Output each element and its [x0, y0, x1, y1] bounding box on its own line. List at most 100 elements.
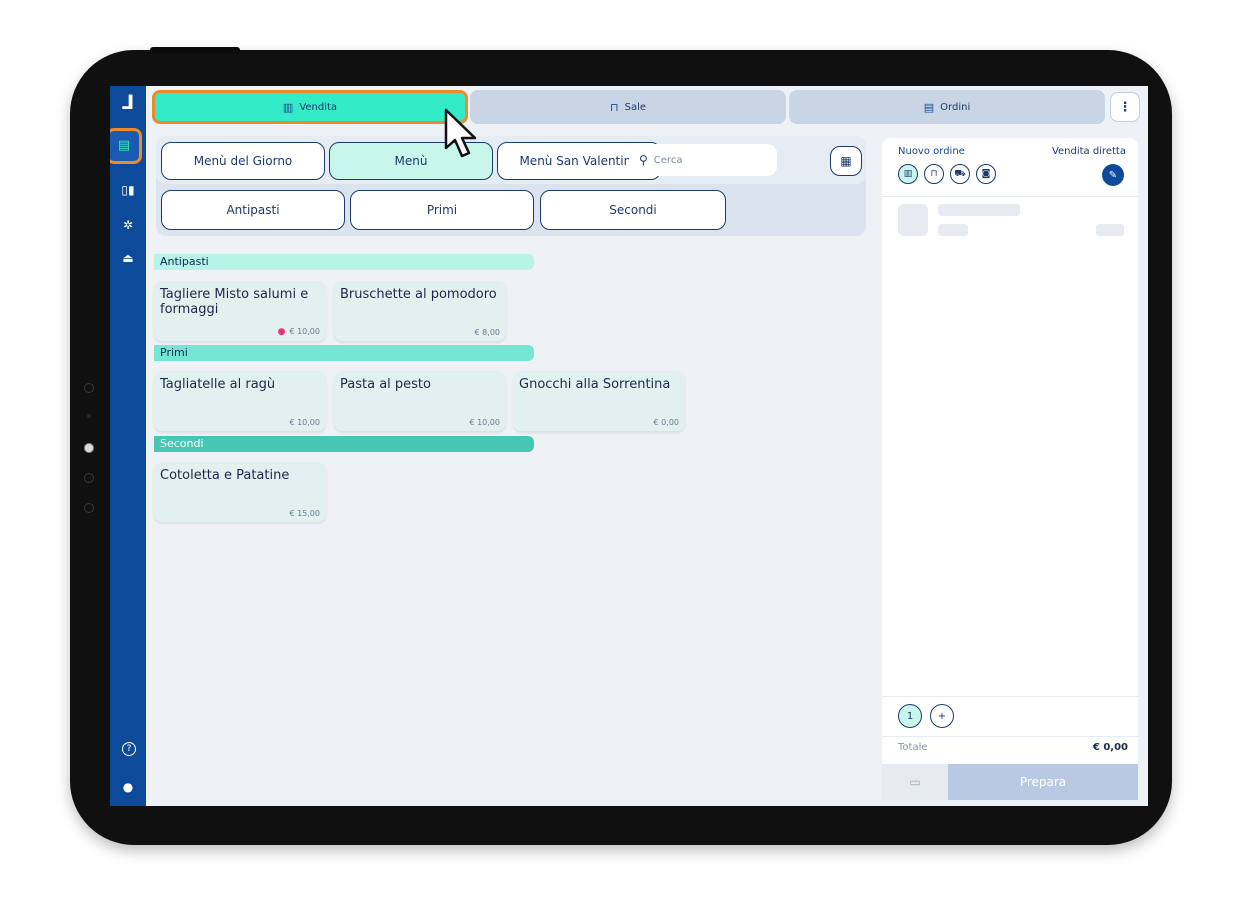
- sidebar-item-cassa[interactable]: ▤: [110, 128, 142, 164]
- order-tab-1[interactable]: 1: [898, 704, 922, 728]
- product-name: Cotoletta e Patatine: [160, 468, 290, 483]
- category-label: Secondi: [609, 203, 657, 217]
- tab-vendita[interactable]: ▥ Vendita: [152, 90, 468, 124]
- search-input[interactable]: ⚲ Cerca: [629, 144, 777, 176]
- total-value: € 0,00: [1092, 742, 1128, 753]
- receipt-icon: ▥: [282, 100, 294, 114]
- product-card[interactable]: Cotoletta e Patatine € 15,00: [154, 462, 326, 522]
- tab-ordini[interactable]: ▤ Ordini: [789, 90, 1105, 124]
- category-tab-primi[interactable]: Primi: [350, 190, 534, 230]
- sidebar-item-statistiche[interactable]: ▯▮: [119, 181, 137, 199]
- calculator-button[interactable]: ▦: [830, 146, 862, 176]
- more-menu-button[interactable]: ⋮: [1110, 92, 1140, 122]
- app-logo: ᒧ: [121, 90, 135, 114]
- product-card[interactable]: Gnocchi alla Sorrentina € 0,00: [513, 371, 685, 431]
- product-name: Tagliatelle al ragù: [160, 377, 276, 392]
- app-screen: ᒧ ▤ ▯▮ ✲ ⏏ ? ● ▥ Vendita ⊓ Sale ▤ Ordini…: [110, 86, 1148, 806]
- category-label: Primi: [426, 203, 458, 217]
- product-card[interactable]: Bruschette al pomodoro € 8,00: [334, 281, 506, 341]
- total-label: Totale: [898, 742, 928, 753]
- prepare-button[interactable]: Prepara: [948, 764, 1138, 800]
- order-type-consegna[interactable]: ⛟: [950, 164, 970, 184]
- add-order-tab-button[interactable]: +: [930, 704, 954, 728]
- user-button[interactable]: ●: [119, 778, 137, 796]
- device-top-edge: [150, 47, 240, 53]
- logout-icon: ⏏: [122, 251, 134, 265]
- pencil-icon: ✎: [1108, 169, 1118, 181]
- menu-label: Menù del Giorno: [193, 154, 293, 168]
- order-panel: Nuovo ordine Vendita diretta ▥ ⊓ ⛟ ◙ ✎ 1…: [882, 138, 1138, 800]
- plus-icon: +: [937, 710, 947, 722]
- device-sensor-dot: [87, 414, 91, 418]
- product-name: Gnocchi alla Sorrentina: [519, 377, 671, 392]
- loading-placeholder: [1096, 224, 1124, 236]
- bag-icon: ◙: [981, 169, 991, 179]
- sidebar-item-impostazioni[interactable]: ✲: [119, 216, 137, 234]
- product-price: € 10,00: [469, 418, 500, 427]
- armchair-icon: ⊓: [610, 100, 619, 114]
- settings-gear-icon: ✲: [122, 218, 134, 232]
- prepare-label: Prepara: [1019, 775, 1067, 789]
- tab-label: Vendita: [299, 101, 338, 113]
- more-vertical-icon: ⋮: [1118, 99, 1132, 115]
- variant-dot-icon: ●: [277, 327, 286, 337]
- order-type-banco[interactable]: ▥: [898, 164, 918, 184]
- search-icon: ⚲: [639, 153, 648, 167]
- sidebar-rail: ᒧ ▤ ▯▮ ✲ ⏏ ? ●: [110, 86, 146, 806]
- edit-order-button[interactable]: ✎: [1102, 164, 1124, 186]
- list-icon: ▤: [923, 100, 935, 114]
- loading-placeholder: [898, 204, 928, 236]
- help-icon: ?: [126, 744, 132, 754]
- product-name: Tagliere Misto salumi e formaggi: [160, 287, 309, 317]
- delivery-icon: ⛟: [954, 168, 966, 179]
- product-price: € 10,00: [289, 418, 320, 427]
- product-price-row: ● € 10,00: [278, 327, 320, 337]
- cash-register-icon: ▤: [117, 138, 131, 153]
- product-price: € 8,00: [474, 328, 500, 337]
- category-label: Antipasti: [226, 203, 280, 217]
- search-placeholder: Cerca: [653, 154, 683, 166]
- product-card[interactable]: Tagliere Misto salumi e formaggi ● € 10,0…: [154, 281, 326, 341]
- sidebar-item-esci[interactable]: ⏏: [119, 249, 137, 267]
- device-sensor: [84, 383, 94, 393]
- section-header-primi: Primi: [154, 345, 534, 361]
- category-tab-antipasti[interactable]: Antipasti: [161, 190, 345, 230]
- product-card[interactable]: Tagliatelle al ragù € 10,00: [154, 371, 326, 431]
- category-tab-secondi[interactable]: Secondi: [540, 190, 726, 230]
- tab-label: Sale: [624, 101, 646, 113]
- menu-label: Menù: [394, 154, 428, 168]
- help-button[interactable]: ?: [122, 742, 136, 756]
- device-sensor: [84, 503, 94, 513]
- armchair-icon: ⊓: [930, 169, 938, 179]
- divider: [882, 196, 1138, 197]
- product-card[interactable]: Pasta al pesto € 10,00: [334, 371, 506, 431]
- section-header-antipasti: Antipasti: [154, 254, 534, 270]
- calculator-icon: ▦: [840, 154, 852, 168]
- order-tab-label: 1: [906, 710, 914, 722]
- user-icon: ●: [122, 780, 134, 794]
- product-name: Bruschette al pomodoro: [340, 287, 497, 302]
- receipt-icon: ▥: [903, 169, 913, 179]
- divider: [882, 736, 1138, 737]
- mouse-cursor-icon: [444, 108, 477, 158]
- order-mode: Vendita diretta: [1051, 146, 1126, 157]
- menu-button-giorno[interactable]: Menù del Giorno: [161, 142, 325, 180]
- tab-sale[interactable]: ⊓ Sale: [470, 90, 786, 124]
- bar-chart-icon: ▯▮: [121, 183, 135, 197]
- section-header-secondi: Secondi: [154, 436, 534, 452]
- order-title: Nuovo ordine: [898, 146, 965, 157]
- order-type-tavolo[interactable]: ⊓: [924, 164, 944, 184]
- order-type-asporto[interactable]: ◙: [976, 164, 996, 184]
- loading-placeholder: [938, 224, 968, 236]
- device-camera: [84, 443, 94, 453]
- product-price: € 10,00: [289, 327, 320, 336]
- product-price: € 15,00: [289, 509, 320, 518]
- payment-button[interactable]: ▭: [882, 764, 948, 800]
- product-name: Pasta al pesto: [340, 377, 431, 392]
- loading-placeholder: [938, 204, 1020, 216]
- device-sensor: [84, 473, 94, 483]
- menu-label: Menù San Valentino: [519, 154, 639, 168]
- divider: [882, 696, 1138, 697]
- product-price: € 0,00: [653, 418, 679, 427]
- main-tabs: ▥ Vendita ⊓ Sale ▤ Ordini ⋮: [152, 88, 1144, 126]
